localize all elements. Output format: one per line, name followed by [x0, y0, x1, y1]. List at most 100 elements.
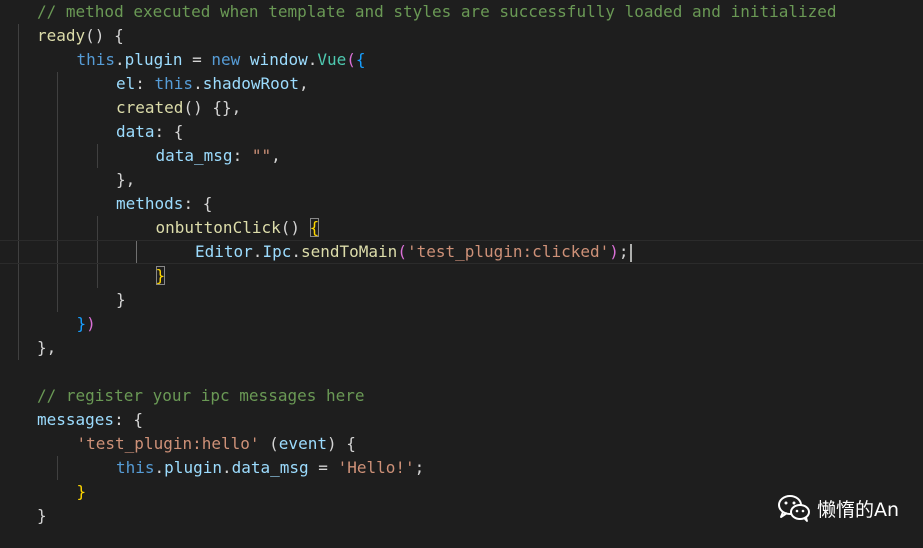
code-line-text: ready() {	[37, 24, 124, 48]
code-token: ,	[271, 146, 281, 165]
code-token: ;	[414, 458, 425, 477]
code-line[interactable]: data_msg: "",	[0, 144, 923, 168]
code-line-text: // register your ipc messages here	[37, 384, 365, 408]
code-token: 'test_plugin:clicked'	[406, 242, 610, 261]
code-token: .	[115, 50, 125, 69]
code-token: this	[76, 50, 116, 69]
code-line[interactable]: // register your ipc messages here	[0, 384, 923, 408]
code-line[interactable]: methods: {	[0, 192, 923, 216]
code-token: ,	[299, 74, 309, 93]
code-token: plugin	[124, 50, 183, 69]
code-token: () {	[85, 26, 124, 45]
code-line-text: methods: {	[116, 192, 212, 216]
code-line-text: },	[37, 336, 56, 360]
watermark: 懒惰的An	[777, 494, 899, 522]
code-line[interactable]: created() {},	[0, 96, 923, 120]
code-token: 'Hello!'	[337, 458, 415, 477]
code-line-text: }	[155, 264, 166, 288]
code-editor[interactable]: // method executed when template and sty…	[0, 0, 923, 548]
code-line-text: })	[77, 312, 96, 336]
text-cursor	[629, 243, 632, 262]
code-token: Vue	[317, 50, 347, 69]
code-token: this	[116, 458, 155, 477]
code-token: Ipc	[262, 242, 292, 261]
watermark-text: 懒惰的An	[816, 498, 899, 521]
code-token: }	[37, 506, 47, 525]
code-token: :	[135, 74, 155, 93]
code-token: Editor	[195, 242, 253, 261]
code-token: : {	[114, 410, 143, 429]
code-token: (	[346, 50, 356, 69]
code-token: this	[154, 74, 194, 93]
code-token: {	[355, 50, 366, 69]
code-line-text: this.plugin = new window.Vue({	[77, 48, 366, 72]
code-token: {	[309, 218, 320, 237]
code-token: data_msg	[155, 146, 233, 165]
code-line-text: onbuttonClick() {	[156, 216, 320, 240]
code-line-text: created() {},	[116, 96, 241, 120]
code-line[interactable]: this.plugin.data_msg = 'Hello!';	[0, 456, 923, 480]
code-token: el	[116, 74, 136, 93]
code-line-text: }	[37, 504, 47, 528]
code-line[interactable]: },	[0, 336, 923, 360]
code-line[interactable]: }	[0, 288, 923, 312]
code-line-text: messages: {	[37, 408, 143, 432]
code-token: :	[232, 146, 252, 165]
code-token: // register your ipc messages here	[37, 386, 365, 405]
code-token: .	[307, 50, 318, 69]
code-token: : {	[183, 194, 213, 213]
code-token: =	[308, 458, 338, 477]
code-line[interactable]: },	[0, 168, 923, 192]
code-token: }	[116, 290, 126, 309]
code-token: event	[278, 434, 327, 453]
code-token: onbuttonClick	[155, 218, 281, 237]
code-line-text: Editor.Ipc.sendToMain('test_plugin:click…	[195, 241, 632, 263]
code-line-text: }	[77, 480, 87, 504]
code-line[interactable]: Editor.Ipc.sendToMain('test_plugin:click…	[0, 240, 923, 264]
code-line[interactable]: ready() {	[0, 24, 923, 48]
code-token: created	[116, 98, 184, 117]
code-token: ;	[618, 242, 629, 261]
code-token: data_msg	[231, 458, 309, 477]
code-line[interactable]: this.plugin = new window.Vue({	[0, 48, 923, 72]
code-token: methods	[116, 194, 184, 213]
code-token: ) {	[326, 434, 356, 453]
code-token: }	[155, 266, 166, 285]
code-line-text: data: {	[116, 120, 183, 144]
code-token: new	[211, 50, 241, 69]
code-token: shadowRoot	[202, 74, 300, 93]
code-line[interactable]: }	[0, 264, 923, 288]
code-token: messages	[37, 410, 115, 429]
code-line[interactable]: messages: {	[0, 408, 923, 432]
code-line-text: }	[116, 288, 126, 312]
code-token: plugin	[164, 458, 222, 477]
code-line[interactable]: onbuttonClick() {	[0, 216, 923, 240]
code-line[interactable]: })	[0, 312, 923, 336]
code-token: () {},	[183, 98, 242, 117]
code-line[interactable]: data: {	[0, 120, 923, 144]
code-token: .	[154, 458, 165, 477]
code-line[interactable]: // method executed when template and sty…	[0, 0, 923, 24]
code-token: 'test_plugin:hello'	[76, 434, 260, 453]
code-token: data	[116, 122, 155, 141]
code-token: .	[291, 242, 301, 261]
code-line-text: 'test_plugin:hello' (event) {	[77, 432, 356, 456]
code-token: ()	[280, 218, 310, 237]
code-token: // method executed when template and sty…	[37, 2, 837, 21]
wechat-icon	[777, 495, 810, 522]
code-token: .	[221, 458, 232, 477]
code-token: : {	[154, 122, 184, 141]
code-line[interactable]: el: this.shadowRoot,	[0, 72, 923, 96]
code-token: ""	[251, 146, 272, 165]
code-token: }	[76, 314, 87, 333]
code-token: .	[252, 242, 263, 261]
code-line[interactable]	[0, 360, 923, 384]
code-line-text: data_msg: "",	[156, 144, 281, 168]
code-token: },	[37, 338, 57, 357]
code-line[interactable]: 'test_plugin:hello' (event) {	[0, 432, 923, 456]
code-line-text: this.plugin.data_msg = 'Hello!';	[116, 456, 424, 480]
code-line-text: el: this.shadowRoot,	[116, 72, 309, 96]
code-line-text: },	[116, 168, 135, 192]
code-line-text: // method executed when template and sty…	[37, 0, 837, 24]
